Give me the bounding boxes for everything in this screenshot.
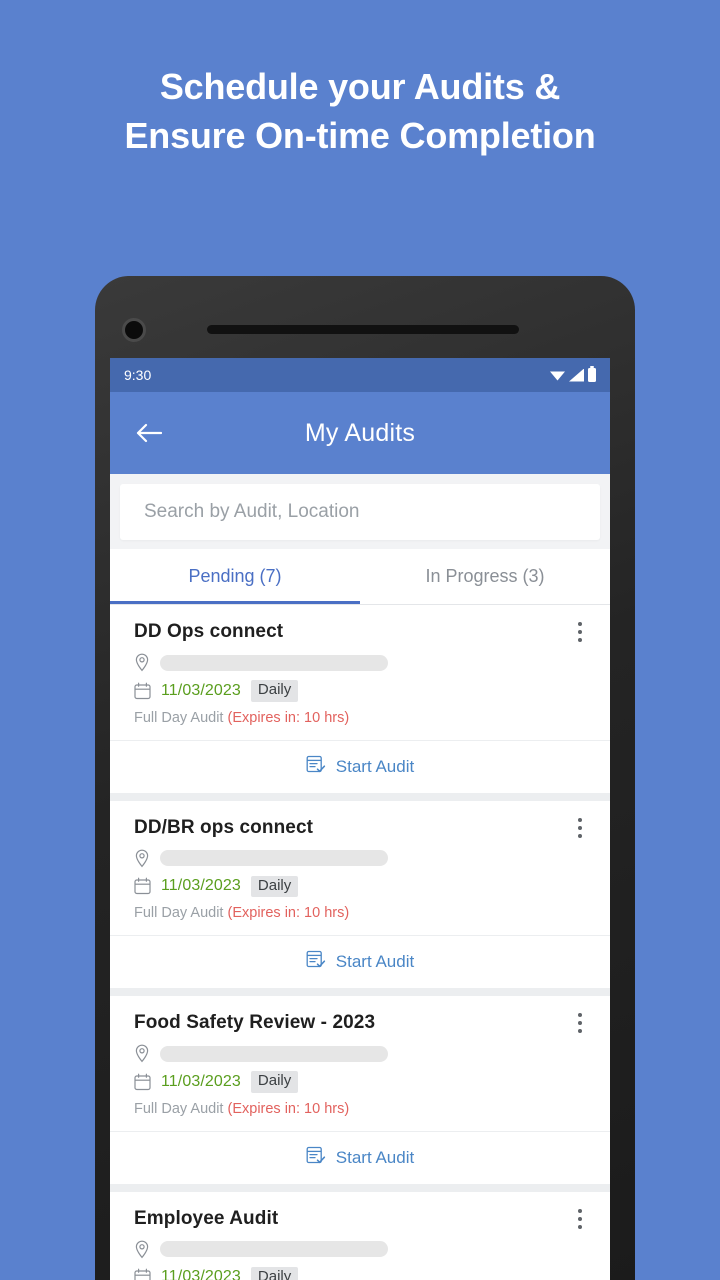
location-pin-icon [134, 653, 156, 672]
audit-location-placeholder [160, 850, 388, 866]
audit-title: Employee Audit [134, 1207, 279, 1229]
audit-frequency-badge: Daily [250, 680, 299, 702]
earpiece-speaker-icon [207, 325, 519, 334]
audit-card[interactable]: Food Safety Review - 2023 11/03/2023 Dai… [110, 996, 610, 1184]
audit-meta: Full Day Audit (Expires in: 10 hrs) [134, 905, 586, 921]
audit-location-row [134, 1240, 586, 1259]
calendar-icon [134, 1268, 156, 1280]
tab-pending[interactable]: Pending (7) [110, 549, 360, 604]
phone-screen: 9:30 My Audits Pending (7) [110, 358, 610, 1280]
tab-bar: Pending (7) In Progress (3) [110, 549, 610, 605]
search-box[interactable] [120, 484, 600, 540]
status-bar-icons [550, 365, 596, 382]
calendar-icon [134, 682, 156, 700]
audit-location-row [134, 1044, 586, 1063]
hero-line-2: Ensure On-time Completion [124, 115, 596, 156]
phone-device-frame: 9:30 My Audits Pending (7) [95, 276, 635, 1280]
calendar-icon [134, 877, 156, 895]
app-bar: My Audits [110, 392, 610, 474]
audit-frequency-badge: Daily [250, 1266, 299, 1280]
audit-date: 11/03/2023 [161, 877, 241, 895]
hero-line-1: Schedule your Audits & [159, 66, 561, 107]
start-audit-button[interactable]: Start Audit [110, 1130, 610, 1184]
audit-date-row: 11/03/2023 Daily [134, 1071, 586, 1093]
audit-location-placeholder [160, 1241, 388, 1257]
audit-date: 11/03/2023 [161, 1268, 241, 1280]
checklist-icon [306, 949, 326, 975]
tab-in-progress[interactable]: In Progress (3) [360, 549, 610, 604]
start-audit-label: Start Audit [335, 1147, 415, 1167]
camera-icon [122, 318, 146, 342]
audit-date: 11/03/2023 [161, 1072, 241, 1090]
location-pin-icon [134, 849, 156, 868]
audit-type: Full Day Audit [134, 1100, 224, 1117]
audit-type: Full Day Audit [134, 709, 224, 726]
calendar-icon [134, 1073, 156, 1091]
location-pin-icon [134, 1044, 156, 1063]
audit-date-row: 11/03/2023 Daily [134, 875, 586, 897]
audit-meta: Full Day Audit (Expires in: 10 hrs) [134, 1101, 586, 1117]
audit-card-body: DD Ops connect 11/03/2023 Daily Full Day… [110, 605, 610, 740]
battery-icon [588, 365, 596, 382]
audit-date: 11/03/2023 [161, 681, 241, 699]
cellular-signal-icon [569, 368, 584, 382]
tab-active-indicator [110, 601, 360, 604]
start-audit-label: Start Audit [335, 952, 415, 971]
audit-frequency-badge: Daily [250, 1071, 299, 1093]
audit-card[interactable]: Employee Audit 11/03/2023 Daily [110, 1191, 610, 1280]
audit-card-body: Food Safety Review - 2023 11/03/2023 Dai… [110, 996, 610, 1131]
start-audit-button[interactable]: Start Audit [110, 739, 610, 793]
audit-date-row: 11/03/2023 Daily [134, 680, 586, 702]
audit-expiry: (Expires in: 10 hrs) [227, 709, 350, 726]
search-section [110, 474, 610, 549]
audit-location-placeholder [160, 1045, 388, 1062]
audit-card-body: DD/BR ops connect 11/03/2023 Daily Full … [110, 801, 610, 936]
more-vertical-icon[interactable] [568, 1206, 592, 1232]
audit-title: Food Safety Review - 2023 [134, 1012, 376, 1033]
audit-card[interactable]: DD Ops connect 11/03/2023 Daily Full Day… [110, 605, 610, 793]
back-arrow-icon[interactable] [134, 418, 164, 448]
location-pin-icon [134, 1240, 156, 1259]
audit-frequency-badge: Daily [250, 875, 299, 897]
audit-date-row: 11/03/2023 Daily [134, 1266, 586, 1280]
audit-card-body: Employee Audit 11/03/2023 Daily [110, 1192, 610, 1280]
search-input[interactable] [144, 501, 576, 523]
status-bar: 9:30 [110, 358, 610, 392]
hero-headline: Schedule your Audits & Ensure On-time Co… [0, 62, 720, 160]
more-vertical-icon[interactable] [568, 1010, 592, 1036]
audit-title: DD/BR ops connect [134, 816, 314, 838]
more-vertical-icon[interactable] [568, 815, 592, 841]
audit-location-row [134, 653, 586, 672]
audit-location-placeholder [160, 654, 388, 671]
audit-meta: Full Day Audit (Expires in: 10 hrs) [134, 710, 586, 726]
checklist-icon [306, 1145, 326, 1171]
phone-top-bezel [95, 276, 635, 358]
wifi-icon [550, 371, 565, 381]
audit-card[interactable]: DD/BR ops connect 11/03/2023 Daily Full … [110, 800, 610, 988]
audit-expiry: (Expires in: 10 hrs) [227, 905, 350, 921]
start-audit-label: Start Audit [335, 756, 415, 776]
checklist-icon [306, 754, 326, 780]
more-vertical-icon[interactable] [568, 619, 592, 645]
audit-type: Full Day Audit [134, 905, 224, 921]
audit-title: DD Ops connect [134, 621, 284, 642]
audit-expiry: (Expires in: 10 hrs) [227, 1100, 350, 1117]
audit-list[interactable]: DD Ops connect 11/03/2023 Daily Full Day… [110, 605, 610, 1280]
start-audit-button[interactable]: Start Audit [110, 935, 610, 988]
page-title: My Audits [304, 418, 416, 447]
audit-location-row [134, 849, 586, 868]
status-bar-time: 9:30 [124, 367, 152, 383]
